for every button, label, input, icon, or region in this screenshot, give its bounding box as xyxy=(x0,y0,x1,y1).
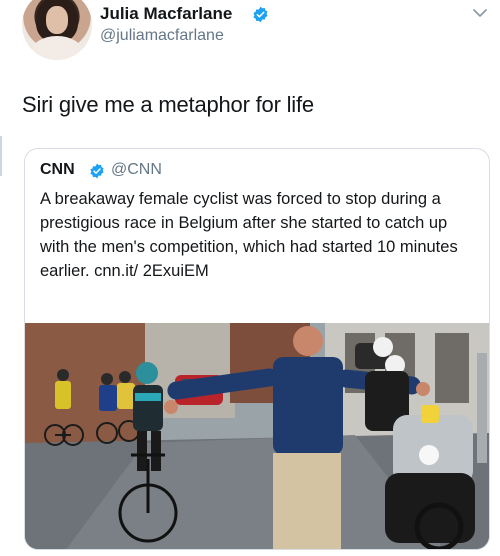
author-name[interactable]: Julia Macfarlane xyxy=(100,4,232,24)
quoted-author-handle[interactable]: @CNN xyxy=(111,161,162,179)
verified-badge-icon xyxy=(253,6,268,23)
race-photo xyxy=(25,323,489,549)
chevron-down-icon[interactable] xyxy=(472,6,488,20)
quoted-tweet-card[interactable]: CNN @CNN A breakaway female cyclist was … xyxy=(24,148,490,550)
tweet-header: Julia Macfarlane @juliamacfarlane xyxy=(0,0,500,70)
avatar[interactable] xyxy=(22,0,92,60)
tweet-text: Siri give me a metaphor for life xyxy=(22,92,314,117)
verified-badge-icon xyxy=(90,163,104,179)
divider xyxy=(0,136,2,176)
author-handle[interactable]: @juliamacfarlane xyxy=(100,27,224,45)
quoted-author-name[interactable]: CNN xyxy=(40,161,75,179)
quoted-tweet-photo[interactable] xyxy=(25,323,489,549)
quoted-tweet-text: A breakaway female cyclist was forced to… xyxy=(40,190,458,280)
